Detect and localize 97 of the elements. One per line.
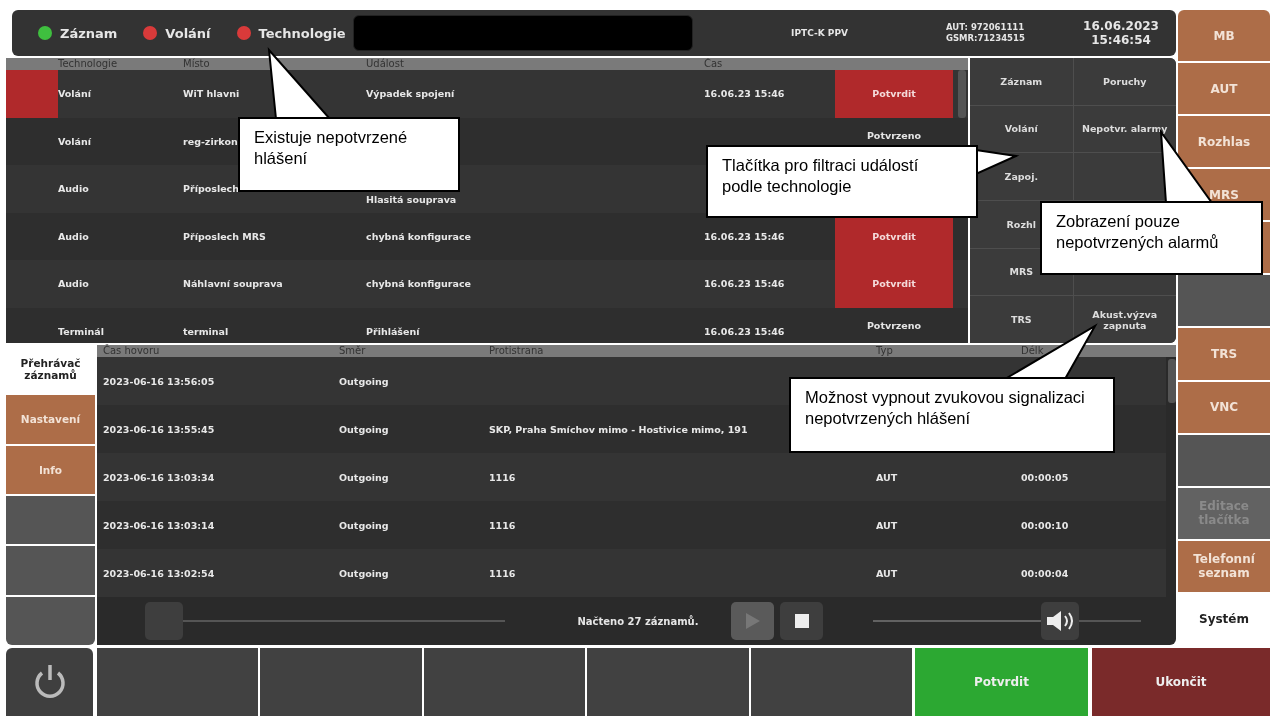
table-cell: 1116: [489, 567, 516, 579]
filter-button[interactable]: Poruchy: [1073, 58, 1176, 105]
table-cell: 2023-06-16 13:03:34: [103, 471, 215, 483]
table-cell: 1116: [489, 471, 516, 483]
table-cell: Výpadek spojení: [366, 88, 455, 100]
nav-button[interactable]: MB: [1178, 10, 1270, 62]
table-cell: 16.06.23 15:46: [704, 325, 785, 337]
table-cell: Outgoing: [339, 471, 389, 483]
confirm-button[interactable]: Potvrdit: [835, 260, 953, 308]
column-header: Technologie: [58, 58, 118, 70]
column-header: Typ: [876, 345, 893, 357]
table-cell: 16.06.23 15:46: [704, 88, 785, 100]
table-cell: Outgoing: [339, 567, 389, 579]
table-cell: Přihlášení: [366, 325, 420, 337]
table-cell: 00:00:10: [1021, 519, 1069, 531]
play-icon: [744, 612, 761, 630]
column-header: Čas hovoru: [103, 345, 160, 357]
nav-button[interactable]: [1178, 275, 1270, 327]
column-header: Čas: [704, 58, 723, 70]
table-cell: chybná konfigurace: [366, 230, 471, 242]
filter-button[interactable]: Záznam: [970, 58, 1073, 105]
table-cell: WiT hlavni: [183, 88, 240, 100]
nav-button[interactable]: Telefonní seznam: [1178, 540, 1270, 592]
column-header: Místo: [183, 58, 210, 70]
status-text: Potvrzeno: [866, 129, 922, 141]
nav-button[interactable]: Rozhlas: [1178, 116, 1270, 168]
time-text: 15:46:54: [1091, 33, 1151, 47]
filter-button[interactable]: TRS: [970, 296, 1073, 343]
nav-button[interactable]: AUT: [1178, 63, 1270, 115]
table-cell: chybná konfigurace: [366, 278, 471, 290]
table-cell: Outgoing: [339, 519, 389, 531]
table-cell: SKP, Praha Smíchov mimo - Hostivice mimo, 191: [489, 423, 748, 435]
blank-button[interactable]: [260, 648, 422, 716]
side-tab[interactable]: [6, 596, 95, 645]
table-cell: 00:00:04: [1021, 567, 1069, 579]
table-cell: 16.06.23 15:46: [704, 278, 785, 290]
exit-button[interactable]: Ukončit: [1092, 648, 1270, 716]
side-tab[interactable]: Nastavení: [6, 395, 95, 444]
table-cell: Outgoing: [339, 375, 389, 387]
seek-slider-thumb[interactable]: [145, 602, 183, 640]
column-header: Směr: [339, 345, 366, 357]
filter-button[interactable]: Akust.výzva zapnuta: [1073, 296, 1176, 343]
table-cell: Volání: [58, 88, 92, 100]
table-cell: 1116: [489, 519, 516, 531]
status-label: Volání: [165, 25, 211, 41]
table-cell: 2023-06-16 13:56:05: [103, 375, 215, 387]
table-cell: Příposlech MRS: [183, 230, 266, 242]
nav-button[interactable]: TRS: [1178, 328, 1270, 380]
table-cell: Terminál: [58, 325, 104, 337]
status-label: Záznam: [60, 25, 118, 41]
confirm-button[interactable]: Potvrdit: [835, 70, 953, 118]
scrollbar[interactable]: [958, 70, 966, 118]
scrollbar[interactable]: [1168, 359, 1176, 403]
table-cell: AUT: [876, 519, 898, 531]
volume-slider-thumb[interactable]: [1040, 602, 1079, 640]
blank-button[interactable]: [750, 648, 913, 716]
table-cell: Náhlavní souprava: [183, 278, 283, 290]
station-name: IPTC-K PPV: [791, 28, 848, 38]
table-cell: Audio: [58, 183, 89, 195]
table-cell: AUT: [876, 567, 898, 579]
phone-number: GSMR:71234515: [946, 33, 1025, 44]
column-header: Protistrana: [489, 345, 544, 357]
power-button[interactable]: [6, 648, 93, 716]
table-cell: Příposlech: [183, 183, 239, 195]
callout-tooltip: Tlačítka pro filtraci událostí podle technologie: [706, 145, 978, 218]
side-tab[interactable]: Info: [6, 445, 95, 494]
table-cell: 2023-06-16 13:55:45: [103, 423, 215, 435]
table-cell: Volání: [58, 135, 92, 147]
nav-button[interactable]: VNC: [1178, 381, 1270, 433]
table-cell: reg-zirkon: [183, 135, 238, 147]
status-text: Načteno 27 záznamů.: [577, 615, 699, 627]
filter-button[interactable]: Nepotvr. alarmy: [1073, 105, 1176, 153]
table-cell: Hlasitá souprava: [366, 193, 457, 205]
table-cell: Audio: [58, 230, 89, 242]
table-cell: 00:00:05: [1021, 471, 1069, 483]
table-cell: 2023-06-16 13:02:54: [103, 567, 215, 579]
stop-button[interactable]: [780, 602, 823, 640]
table-cell: AUT: [876, 471, 898, 483]
column-header: Událost: [366, 58, 404, 70]
blank-button[interactable]: [423, 648, 586, 716]
table-cell: 16.06.23 15:46: [704, 230, 785, 242]
blank-button[interactable]: [587, 648, 749, 716]
nav-button[interactable]: [1178, 434, 1270, 486]
table-cell: terminal: [183, 325, 229, 337]
status-text: Potvrzeno: [866, 319, 922, 331]
date-text: 16.06.2023: [1083, 19, 1159, 33]
table-cell: Outgoing: [339, 423, 389, 435]
table-cell: Audio: [58, 278, 89, 290]
column-header: Délk: [1021, 345, 1044, 357]
speaker-icon: [1044, 609, 1075, 633]
confirm-button[interactable]: Potvrdit: [915, 648, 1088, 716]
side-tab[interactable]: [6, 496, 95, 545]
filter-button[interactable]: Volání: [970, 105, 1073, 153]
phone-number: AUT: 972061111: [946, 22, 1025, 33]
status-label: Technologie: [258, 25, 346, 41]
stop-icon: [794, 614, 809, 628]
table-cell: 2023-06-16 13:03:14: [103, 519, 215, 531]
